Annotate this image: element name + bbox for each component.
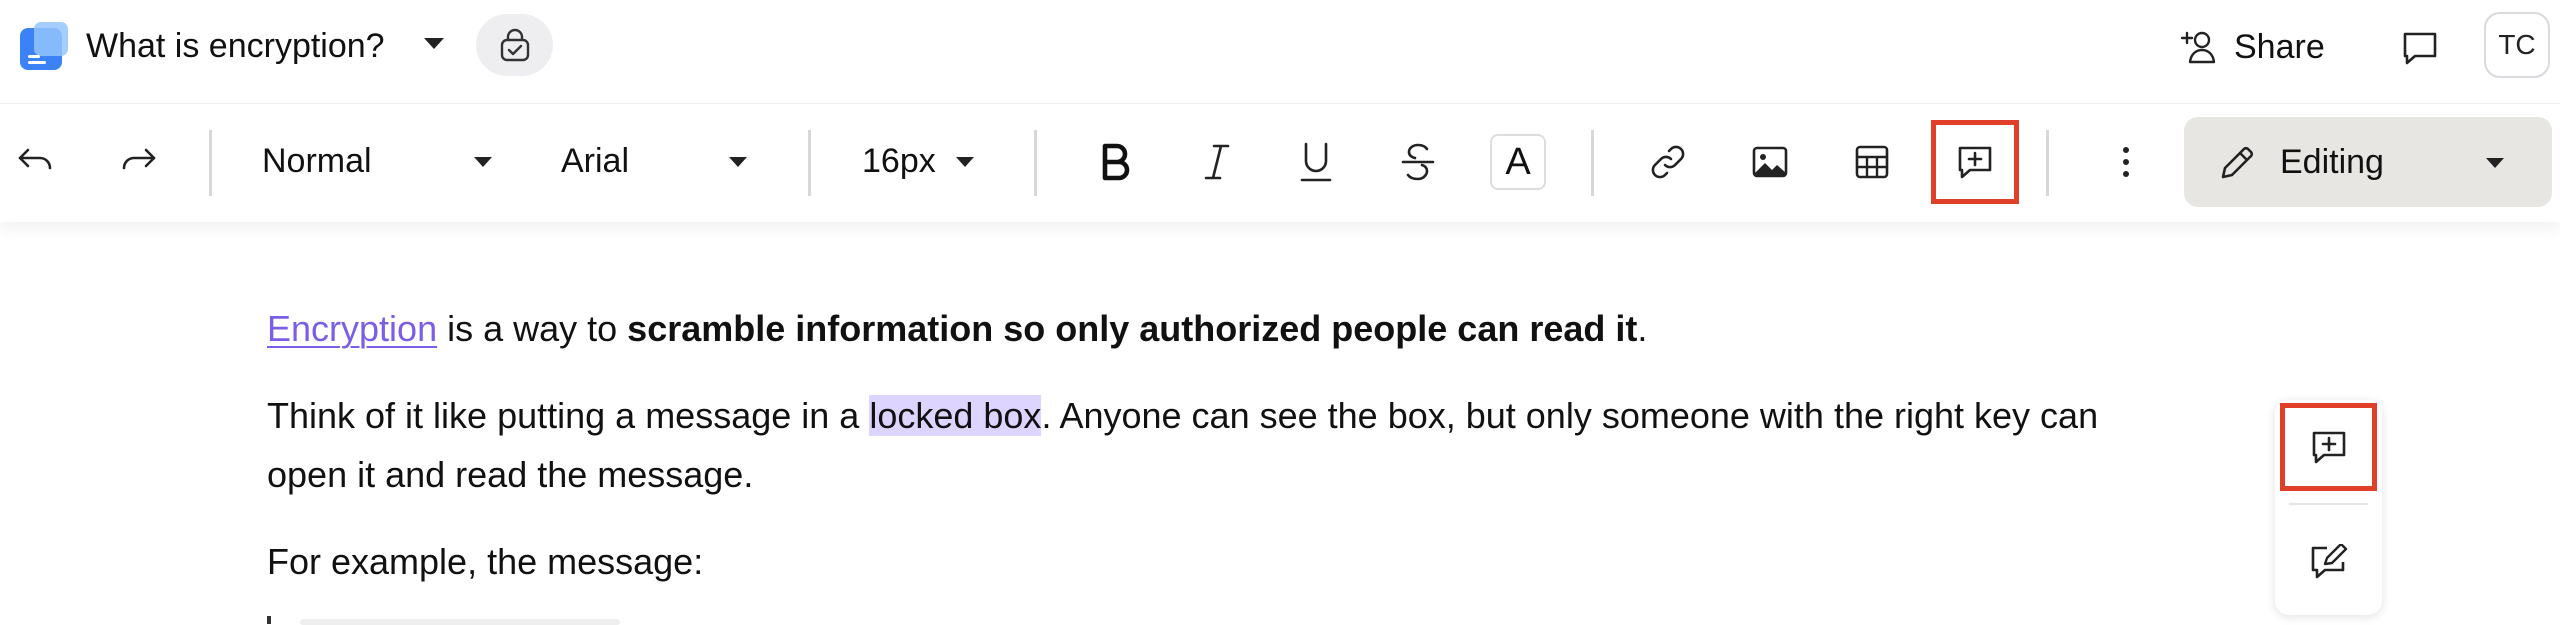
insert-table-button[interactable] xyxy=(1844,134,1900,190)
paragraph-2-text-continued: . Anyone can see the box, but only someo… xyxy=(1041,395,2099,436)
chevron-down-icon xyxy=(729,157,747,167)
comment-plus-icon xyxy=(1958,146,1992,179)
add-person-icon xyxy=(2180,31,2216,64)
share-button[interactable]: Share xyxy=(2180,20,2325,74)
more-options-button[interactable] xyxy=(2098,134,2154,190)
paragraph-2-line-2[interactable]: open it and read the message. xyxy=(267,446,753,504)
add-comment-floating-button[interactable] xyxy=(2280,403,2377,491)
paragraph-1-bold-text: scramble information so only authorized … xyxy=(627,308,1638,349)
strikethrough-icon xyxy=(1401,143,1435,181)
title-bar: What is encryption? Share TC xyxy=(0,0,2560,103)
font-family-value: Arial xyxy=(561,142,630,180)
editing-mode-dropdown[interactable]: Editing xyxy=(2184,117,2552,207)
toolbar-divider xyxy=(808,130,811,196)
paragraph-style-select[interactable]: Normal xyxy=(262,137,502,189)
insert-link-button[interactable] xyxy=(1640,134,1696,190)
share-label: Share xyxy=(2234,27,2325,66)
undo-icon xyxy=(18,148,52,170)
formatting-toolbar: Normal Arial 16px A Editing xyxy=(0,103,2560,222)
bold-button[interactable] xyxy=(1087,134,1143,190)
toolbar-divider xyxy=(209,130,212,196)
underline-icon xyxy=(1300,142,1332,182)
italic-icon xyxy=(1204,144,1230,180)
font-family-select[interactable]: Arial xyxy=(561,137,761,189)
suggest-edit-button[interactable] xyxy=(2301,534,2357,590)
font-size-select[interactable]: 16px xyxy=(862,137,982,189)
insert-image-button[interactable] xyxy=(1742,134,1798,190)
paragraph-2-text: Think of it like putting a message in a xyxy=(267,395,870,436)
redo-button[interactable] xyxy=(114,136,162,184)
text-color-button[interactable]: A xyxy=(1490,134,1546,190)
lock-check-icon xyxy=(500,28,529,62)
italic-button[interactable] xyxy=(1189,134,1245,190)
user-avatar[interactable]: TC xyxy=(2484,12,2550,78)
edit-note-icon xyxy=(2311,544,2348,579)
link-icon xyxy=(1651,145,1685,179)
editing-mode-label: Editing xyxy=(2280,143,2384,181)
toolbar-divider xyxy=(1591,130,1594,196)
comment-plus-icon xyxy=(2312,431,2345,464)
comment-bubble-icon xyxy=(2403,32,2437,65)
more-vertical-icon xyxy=(2123,147,2129,177)
floating-comment-panel xyxy=(2275,400,2382,615)
private-lock-button[interactable] xyxy=(476,14,553,76)
toolbar-divider xyxy=(2046,130,2049,196)
add-comment-toolbar-button[interactable] xyxy=(1931,120,2019,204)
toolbar-divider xyxy=(1034,130,1037,196)
title-dropdown-caret-icon[interactable] xyxy=(424,38,444,49)
paragraph-2-line-1[interactable]: Think of it like putting a message in a … xyxy=(267,387,2098,445)
underline-button[interactable] xyxy=(1288,134,1344,190)
paragraph-1-end: . xyxy=(1637,308,1648,349)
image-icon xyxy=(1752,146,1788,178)
strikethrough-button[interactable] xyxy=(1390,134,1446,190)
paragraph-1-text: is a way to xyxy=(437,308,628,349)
paragraph-style-value: Normal xyxy=(262,142,372,180)
font-size-value: 16px xyxy=(862,142,936,180)
chevron-down-icon xyxy=(474,157,492,167)
selected-text-highlight[interactable]: locked box xyxy=(869,395,1042,436)
encryption-link[interactable]: Encryption xyxy=(267,308,437,349)
chevron-down-icon xyxy=(2486,158,2504,168)
code-block-edge xyxy=(300,619,620,625)
table-icon xyxy=(1855,145,1889,179)
bold-icon xyxy=(1102,143,1130,181)
chevron-down-icon xyxy=(956,157,974,167)
panel-divider xyxy=(2289,503,2368,505)
paragraph-1[interactable]: Encryption is a way to scramble informat… xyxy=(267,300,1647,358)
redo-icon xyxy=(122,148,156,170)
paragraph-3[interactable]: For example, the message: xyxy=(267,533,703,591)
pencil-icon xyxy=(2221,146,2254,179)
docs-app-icon[interactable] xyxy=(20,22,68,70)
comments-button[interactable] xyxy=(2396,24,2444,72)
undo-button[interactable] xyxy=(12,136,60,184)
document-title[interactable]: What is encryption? xyxy=(86,22,385,70)
